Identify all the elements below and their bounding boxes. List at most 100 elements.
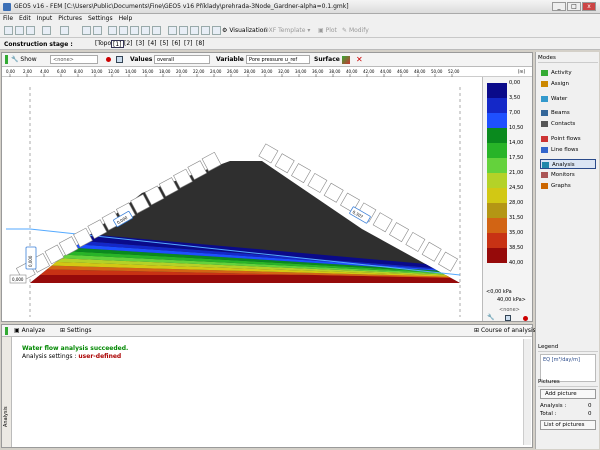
slope-element <box>323 182 344 203</box>
mode-label: Graphs <box>551 183 571 189</box>
surface-fill-icon[interactable] <box>342 56 350 64</box>
mode-monitors[interactable]: Monitors <box>540 170 596 180</box>
show-button[interactable]: 🔧 Show <box>11 56 37 63</box>
show-label: Show <box>20 56 37 63</box>
mode-assign[interactable]: Assign <box>540 79 596 89</box>
add-picture-label: Add picture <box>545 391 577 397</box>
construction-stage-label: Construction stage : <box>4 41 73 48</box>
values-combo[interactable]: overall <box>154 55 210 64</box>
dxf-template-label: DXF Template <box>264 27 306 34</box>
printer-icon: ▣ <box>318 27 324 34</box>
mode-point-flows[interactable]: Point flows <box>540 134 596 144</box>
color-icon[interactable] <box>212 26 221 35</box>
analyze-button[interactable]: ▣ Analyze <box>14 327 45 334</box>
list-of-pictures-button[interactable]: List of pictures <box>540 420 596 430</box>
scale-min-text: <0,00 kPa <box>486 289 512 295</box>
menu-input[interactable]: Input <box>34 14 56 23</box>
analysis-scrollbar[interactable] <box>523 339 531 445</box>
visualization-button[interactable]: ⚙ Visualization <box>222 27 267 34</box>
ruler-tick-label: 46,00 <box>397 69 409 74</box>
ruler-tick-label: 40,00 <box>346 69 358 74</box>
stage-3[interactable]: [3] <box>135 40 146 48</box>
assign-icon <box>541 81 548 87</box>
course-of-analysis-button[interactable]: ⊞ Course of analysis <box>474 327 536 334</box>
zoom-icon[interactable] <box>108 26 117 35</box>
scale-swatch <box>487 218 507 233</box>
mode-label: Activity <box>551 70 572 76</box>
record-icon[interactable] <box>106 57 111 62</box>
scale-export-icon[interactable] <box>505 315 511 321</box>
stage-5[interactable]: [5] <box>159 40 170 48</box>
save-file-icon[interactable] <box>26 26 35 35</box>
pan-icon[interactable] <box>141 26 150 35</box>
ruler-tick-label: 36,00 <box>312 69 324 74</box>
analysis-side-tab[interactable]: Analysis <box>2 337 12 447</box>
snap-icon[interactable] <box>201 26 210 35</box>
cut-icon[interactable] <box>82 26 91 35</box>
contacts-icon <box>541 121 548 127</box>
add-picture-button[interactable]: Add picture <box>540 389 596 399</box>
show-combo[interactable]: <none> <box>50 55 98 64</box>
wrench-icon: 🔧 <box>11 56 19 63</box>
menu-edit[interactable]: Edit <box>16 14 34 23</box>
point-flows-icon <box>541 136 548 142</box>
minimize-button[interactable]: _ <box>552 2 566 11</box>
mode-graphs[interactable]: Graphs <box>540 181 596 191</box>
copy-icon[interactable] <box>93 26 102 35</box>
scale-label: 24,50 <box>509 185 524 191</box>
close-button[interactable]: x <box>582 2 596 11</box>
analysis-toolbar: ▣ Analyze ⊞ Settings ⊞ Course of analysi… <box>2 325 536 337</box>
stage-7[interactable]: [7] <box>183 40 194 48</box>
redo-icon[interactable] <box>60 26 69 35</box>
gear-icon: ⚙ <box>222 27 228 34</box>
zoom-in-icon[interactable] <box>119 26 128 35</box>
stage-6[interactable]: [6] <box>171 40 182 48</box>
mode-water[interactable]: Water <box>540 94 596 104</box>
ruler-tick-label: 34,00 <box>295 69 307 74</box>
ruler-tick-label: 18,00 <box>159 69 171 74</box>
modify-button[interactable]: ✎ Modify <box>342 27 369 34</box>
construction-stage-bar: Construction stage : [Topo] [1] [2] [3] … <box>0 38 600 50</box>
scale-swatch <box>487 158 507 173</box>
menu-settings[interactable]: Settings <box>85 14 116 23</box>
menu-file[interactable]: File <box>0 14 16 23</box>
zoom-extents-icon[interactable] <box>152 26 161 35</box>
new-file-icon[interactable] <box>4 26 13 35</box>
mode-contacts[interactable]: Contacts <box>540 119 596 129</box>
stage-1[interactable]: [1] <box>111 40 124 48</box>
slope-element <box>389 222 410 243</box>
analyze-label: Analyze <box>21 327 46 334</box>
undo-icon[interactable] <box>42 26 51 35</box>
surface-off-icon[interactable]: ✕ <box>356 55 363 64</box>
menu-help[interactable]: Help <box>116 14 136 23</box>
pictures-total-label: Total : <box>540 411 557 417</box>
mode-analysis[interactable]: Analysis <box>540 159 596 169</box>
open-file-icon[interactable] <box>15 26 24 35</box>
rotate-icon[interactable] <box>179 26 188 35</box>
plot-button[interactable]: ▣ Plot <box>318 27 337 34</box>
mode-activity[interactable]: Activity <box>540 68 596 78</box>
zoom-out-icon[interactable] <box>130 26 139 35</box>
value-tag-depth: 0,000 <box>9 274 27 284</box>
slope-element <box>291 163 312 184</box>
stage-4[interactable]: [4] <box>147 40 158 48</box>
select-icon[interactable] <box>168 26 177 35</box>
scale-settings-icon[interactable]: 🔧 <box>487 314 494 321</box>
dxf-template-button[interactable]: DXF Template ▾ <box>264 27 310 34</box>
grid-icon[interactable] <box>190 26 199 35</box>
mode-line-flows[interactable]: Line flows <box>540 145 596 155</box>
scale-record-icon[interactable] <box>523 316 528 321</box>
stage-2[interactable]: [2] <box>123 40 134 48</box>
course-icon: ⊞ <box>474 327 480 334</box>
water-icon <box>541 96 548 102</box>
menu-pictures[interactable]: Pictures <box>55 14 85 23</box>
stage-8[interactable]: [8] <box>195 40 206 48</box>
ruler-tick-label: 32,00 <box>278 69 290 74</box>
maximize-button[interactable]: □ <box>567 2 581 11</box>
window-title: GEO5 v16 - FEM [C:\Users\Public\Document… <box>14 3 349 10</box>
mode-beams[interactable]: Beams <box>540 108 596 118</box>
export-icon[interactable] <box>116 56 123 63</box>
activity-icon <box>541 70 548 76</box>
settings-button[interactable]: ⊞ Settings <box>60 327 92 334</box>
variable-combo[interactable]: Pore pressure u_ref <box>246 55 310 64</box>
